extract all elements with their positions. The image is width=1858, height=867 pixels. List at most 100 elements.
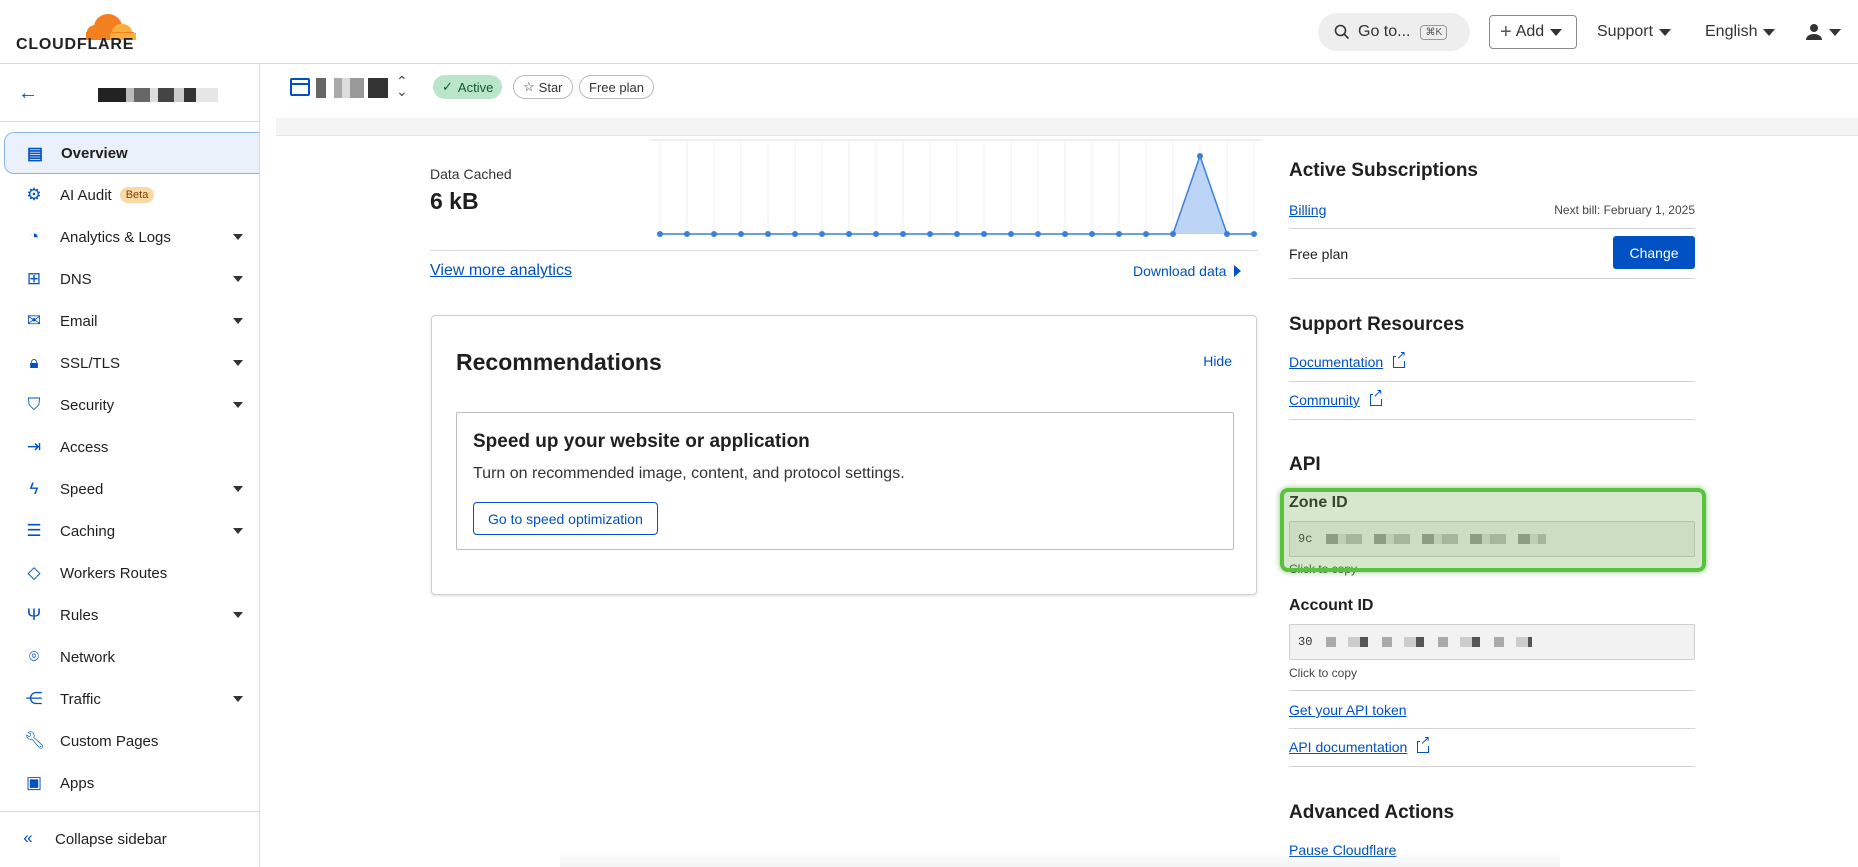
envelope-icon: ✉ [26,311,42,330]
chart-point[interactable] [684,231,690,237]
download-data-button[interactable]: Download data [1133,263,1242,279]
access-icon: ⇥ [26,437,42,456]
language-menu[interactable]: English [1705,15,1776,49]
sidebar-item-overview[interactable]: ▤ Overview [4,132,259,174]
chart-point[interactable] [711,231,717,237]
chart-point[interactable] [1170,231,1176,237]
go-to-speed-optimization-button[interactable]: Go to speed optimization [473,502,658,535]
language-label: English [1705,23,1758,40]
add-label: Add [1515,23,1545,40]
sidebar-item-ssl-tls[interactable]: 🔒︎ SSL/TLS [0,342,259,384]
chart-point[interactable] [1197,153,1203,159]
zone-name-redacted[interactable] [316,78,388,98]
sidebar-item-access[interactable]: ⇥ Access [0,426,259,468]
sidebar-item-label: AI Audit [60,186,112,204]
divider [1289,278,1695,279]
plus-icon: + [1500,20,1512,43]
logo-text: CLOUDFLARE [16,36,135,53]
support-menu[interactable]: Support [1597,15,1672,49]
caret-right-icon [1234,265,1242,277]
server-icon: ☰ [26,521,42,540]
chart-point[interactable] [792,231,798,237]
star-button[interactable]: ☆ Star [513,75,573,99]
chart-point[interactable] [873,231,879,237]
data-cached-label: Data Cached [430,166,512,182]
divider [1289,690,1695,691]
sidebar-item-workers-routes[interactable]: ◇ Workers Routes [0,552,259,594]
chart-point[interactable] [1008,231,1014,237]
api-documentation-link[interactable]: API documentation [1289,734,1431,755]
robot-icon: ⚙ [26,185,42,204]
sidebar-item-traffic[interactable]: ⋲ Traffic [0,678,259,720]
sidebar-item-label: Speed [60,480,104,498]
documentation-link[interactable]: Documentation [1289,349,1407,370]
sidebar-item-rules[interactable]: Ψ Rules [0,594,259,636]
chart-point[interactable] [927,231,933,237]
collapse-sidebar-button[interactable]: « Collapse sidebar [0,811,259,867]
chart-point[interactable] [954,231,960,237]
redacted-mask [1326,637,1533,647]
star-icon: ☆ [523,79,535,94]
fork-icon: Ψ [26,605,42,624]
account-id-field[interactable]: 30 [1289,624,1695,660]
cloudflare-logo[interactable]: CLOUDFLARE [16,12,136,53]
chart-point[interactable] [765,231,771,237]
view-more-analytics-link[interactable]: View more analytics [430,262,572,280]
external-link-icon [1369,387,1383,406]
back-arrow-icon[interactable]: ← [18,82,38,105]
chart-point[interactable] [819,231,825,237]
goto-search[interactable]: Go to... ⌘K [1318,13,1470,51]
external-link-icon [1417,734,1431,753]
sidebar-item-email[interactable]: ✉ Email [0,300,259,342]
chart-point[interactable] [1251,231,1257,237]
chart-point[interactable] [846,231,852,237]
recommendations-title: Recommendations [456,349,662,375]
change-plan-button[interactable]: Change [1613,236,1695,269]
sidebar-item-label: Apps [60,774,95,792]
get-api-token-link[interactable]: Get your API token [1289,702,1407,718]
recommendation-title: Speed up your website or application [473,431,810,452]
goto-shortcut: ⌘K [1420,24,1448,40]
zone-header: ⌃ ⌄ ✓ Active ☆ Star Free plan [276,64,1858,120]
sidebar-item-caching[interactable]: ☰ Caching [0,510,259,552]
chart-point[interactable] [657,231,663,237]
sidebar-item-network[interactable]: ⌾ Network [0,636,259,678]
billing-link[interactable]: Billing [1289,202,1326,218]
community-link[interactable]: Community [1289,387,1383,408]
sidebar-nav: ▤ Overview ⚙ AI Audit Beta ◔ Analytics &… [0,132,259,804]
sidebar-item-ai-audit[interactable]: ⚙ AI Audit Beta [0,174,259,216]
community-label: Community [1289,392,1360,408]
chart-point[interactable] [1143,231,1149,237]
sidebar-item-custom-pages[interactable]: 🔧︎ Custom Pages [0,720,259,762]
chart-point[interactable] [1062,231,1068,237]
chart-point[interactable] [900,231,906,237]
chevron-down-icon [233,360,243,366]
hide-recommendations-button[interactable]: Hide [1203,353,1232,369]
beta-badge: Beta [119,187,155,203]
user-menu[interactable] [1805,15,1841,49]
star-label: Star [538,79,563,95]
chart-point[interactable] [1116,231,1122,237]
sidebar-item-security[interactable]: ⛉ Security [0,384,259,426]
divider [1289,228,1695,229]
sidebar-item-dns[interactable]: ⊞ DNS [0,258,259,300]
zone-id-highlight [1280,488,1706,572]
chart-divider [430,250,1258,251]
sidebar-item-label: Workers Routes [60,564,168,582]
chart-point[interactable] [1089,231,1095,237]
external-link-icon [1393,349,1407,368]
zone-switcher-icon[interactable]: ⌃ ⌄ [396,74,408,98]
user-icon [1806,24,1822,40]
sidebar-item-analytics-logs[interactable]: ◔ Analytics & Logs [0,216,259,258]
chart-pie-icon: ◔ [28,227,40,246]
recommendation-description: Turn on recommended image, content, and … [473,465,905,482]
add-button[interactable]: + Add [1489,15,1577,49]
chart-point[interactable] [1035,231,1041,237]
chart-point[interactable] [738,231,744,237]
chart-point[interactable] [1224,231,1230,237]
check-icon: ✓ [442,79,453,94]
sidebar-item-apps[interactable]: ▣ Apps [0,762,259,804]
chart-point[interactable] [981,231,987,237]
chevron-down-icon [233,612,243,618]
sidebar-item-speed[interactable]: ϟ Speed [0,468,259,510]
